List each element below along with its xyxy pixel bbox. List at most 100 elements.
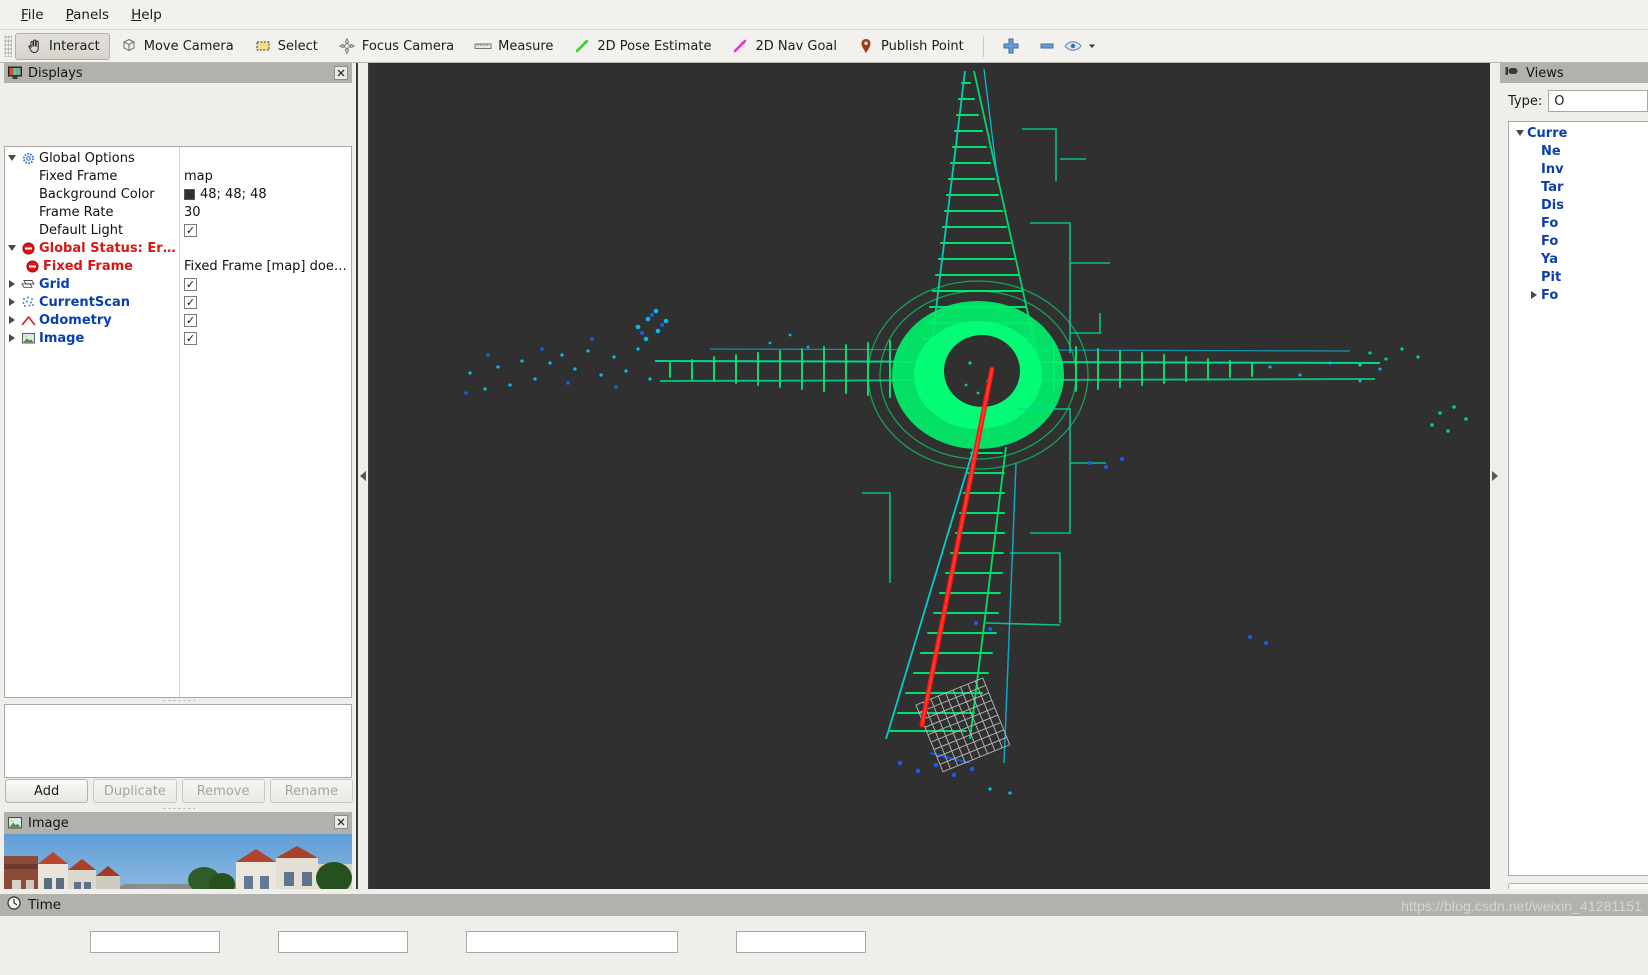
tool-2d-pose-estimate[interactable]: 2D Pose Estimate xyxy=(563,33,721,60)
tree-row-image[interactable]: Image ✓ xyxy=(5,329,351,347)
tree-label: Odometry xyxy=(39,312,112,328)
views-item-row[interactable]: Inv xyxy=(1509,160,1648,178)
expand-arrow-icon[interactable] xyxy=(5,239,19,257)
views-item-row[interactable]: Fo xyxy=(1509,286,1648,304)
tree-row-currentscan[interactable]: CurrentScan ✓ xyxy=(5,293,351,311)
views-tree[interactable]: Curre Ne Inv Tar Dis Fo Fo Ya Pit Fo xyxy=(1508,121,1648,876)
wall-time-field[interactable] xyxy=(466,931,678,953)
tree-row[interactable]: Background Color 48; 48; 48 xyxy=(5,185,351,203)
tool-interact[interactable]: Interact xyxy=(15,32,110,60)
expand-arrow-icon[interactable] xyxy=(1513,124,1527,142)
views-item-row[interactable]: Dis xyxy=(1509,196,1648,214)
hand-cursor-icon xyxy=(25,37,43,55)
odometry-checkbox[interactable]: ✓ xyxy=(184,313,197,327)
currentscan-checkbox[interactable]: ✓ xyxy=(184,295,197,309)
tool-2d-nav-goal-label: 2D Nav Goal xyxy=(755,38,838,54)
tree-row[interactable]: Frame Rate 30 xyxy=(5,203,351,221)
color-swatch[interactable] xyxy=(184,188,195,200)
expand-arrow-icon[interactable] xyxy=(1527,286,1541,304)
views-item-label: Ne xyxy=(1541,143,1561,159)
menu-panels-label: anels xyxy=(73,6,110,23)
add-tool-button[interactable] xyxy=(993,33,1029,60)
image-panel-splitter[interactable] xyxy=(4,805,352,812)
menu-file[interactable]: File xyxy=(10,4,55,26)
ros-elapsed-field[interactable] xyxy=(278,931,408,953)
views-item-row[interactable]: Ya xyxy=(1509,250,1648,268)
menu-help-label: elp xyxy=(141,6,162,23)
tree-row-grid[interactable]: Grid ✓ xyxy=(5,275,351,293)
tree-row[interactable]: Global Options xyxy=(5,149,351,167)
toolbar-drag-handle[interactable] xyxy=(4,35,12,57)
time-panel-title: Time xyxy=(28,897,62,913)
image-close-button[interactable] xyxy=(334,815,348,829)
tree-row[interactable]: Global Status: Er… xyxy=(5,239,351,257)
right-dock-collapse-handle[interactable] xyxy=(1490,63,1500,889)
tool-2d-nav-goal[interactable]: 2D Nav Goal xyxy=(721,33,847,60)
display-properties-area[interactable] xyxy=(4,704,352,778)
eye-icon xyxy=(1064,37,1082,55)
tree-row[interactable]: Fixed Frame Fixed Frame [map] doe… xyxy=(5,257,351,275)
tree-label: Image xyxy=(39,330,85,346)
tree-value[interactable]: 30 xyxy=(184,205,201,220)
tree-row[interactable]: Fixed Frame map xyxy=(5,167,351,185)
menu-panels[interactable]: Panels xyxy=(55,4,120,26)
tool-measure-label: Measure xyxy=(498,38,554,54)
image-checkbox[interactable]: ✓ xyxy=(184,331,197,345)
views-item-row[interactable]: Fo xyxy=(1509,214,1648,232)
views-item-row[interactable]: Pit xyxy=(1509,268,1648,286)
tool-measure[interactable]: Measure xyxy=(464,33,563,60)
tool-focus-camera[interactable]: Focus Camera xyxy=(328,33,464,60)
tool-publish-point[interactable]: Publish Point xyxy=(847,33,974,60)
tool-visibility-button[interactable] xyxy=(1059,33,1101,60)
views-item-row[interactable]: Ne xyxy=(1509,142,1648,160)
ros-time-field[interactable] xyxy=(90,931,220,953)
rename-display-button[interactable]: Rename xyxy=(269,779,353,803)
default-light-checkbox[interactable]: ✓ xyxy=(184,223,197,237)
tool-select[interactable]: Select xyxy=(244,33,328,60)
tree-label: Background Color xyxy=(39,186,155,202)
expand-arrow-icon[interactable] xyxy=(5,149,19,167)
image-icon xyxy=(8,816,22,830)
tool-move-camera[interactable]: Move Camera xyxy=(110,33,244,60)
minus-icon xyxy=(1038,37,1056,55)
duplicate-display-button[interactable]: Duplicate xyxy=(93,779,177,803)
displays-close-button[interactable] xyxy=(334,66,348,80)
tree-value[interactable]: 48; 48; 48 xyxy=(200,187,267,202)
expand-arrow-icon[interactable] xyxy=(5,275,19,293)
magenta-arrow-icon xyxy=(731,37,749,55)
views-group-label: Curre xyxy=(1527,125,1568,141)
left-dock-collapse-handle[interactable] xyxy=(358,63,368,889)
views-type-combo[interactable]: O xyxy=(1548,90,1648,112)
displays-splitter[interactable] xyxy=(4,697,352,704)
focus-camera-icon xyxy=(338,37,356,55)
views-item-label: Ya xyxy=(1541,251,1558,267)
displays-tree[interactable]: Global Options Fixed Frame map Backgroun… xyxy=(4,146,352,698)
menu-help[interactable]: Help xyxy=(120,4,173,26)
time-panel-header: Time https://blog.csdn.net/weixin_412811… xyxy=(0,894,1648,916)
tool-bar: Interact Move Camera Select Focus Camera xyxy=(0,30,1648,63)
views-item-row[interactable]: Tar xyxy=(1509,178,1648,196)
views-item-label: Dis xyxy=(1541,197,1564,213)
pointcloud-scene xyxy=(370,63,1490,889)
tool-interact-label: Interact xyxy=(49,38,100,54)
grid-checkbox[interactable]: ✓ xyxy=(184,277,197,291)
pointcloud-icon xyxy=(19,293,37,311)
expand-arrow-icon[interactable] xyxy=(5,293,19,311)
move-camera-icon xyxy=(120,37,138,55)
error-icon xyxy=(23,257,41,275)
views-item-label: Fo xyxy=(1541,287,1559,303)
tree-value[interactable]: map xyxy=(184,169,213,184)
views-current-group-row[interactable]: Curre xyxy=(1509,124,1648,142)
image-icon xyxy=(19,329,37,347)
wall-elapsed-field[interactable] xyxy=(736,931,866,953)
add-display-button[interactable]: Add xyxy=(5,779,89,803)
views-item-row[interactable]: Fo xyxy=(1509,232,1648,250)
tree-row-odometry[interactable]: Odometry ✓ xyxy=(5,311,351,329)
remove-display-button[interactable]: Remove xyxy=(181,779,265,803)
tree-row[interactable]: Default Light ✓ xyxy=(5,221,351,239)
rviz-window: File Panels Help Interact Move Camera Se… xyxy=(0,0,1648,975)
views-panel-title: Views xyxy=(1526,65,1564,81)
3d-render-view[interactable] xyxy=(370,63,1490,889)
expand-arrow-icon[interactable] xyxy=(5,311,19,329)
expand-arrow-icon[interactable] xyxy=(5,329,19,347)
